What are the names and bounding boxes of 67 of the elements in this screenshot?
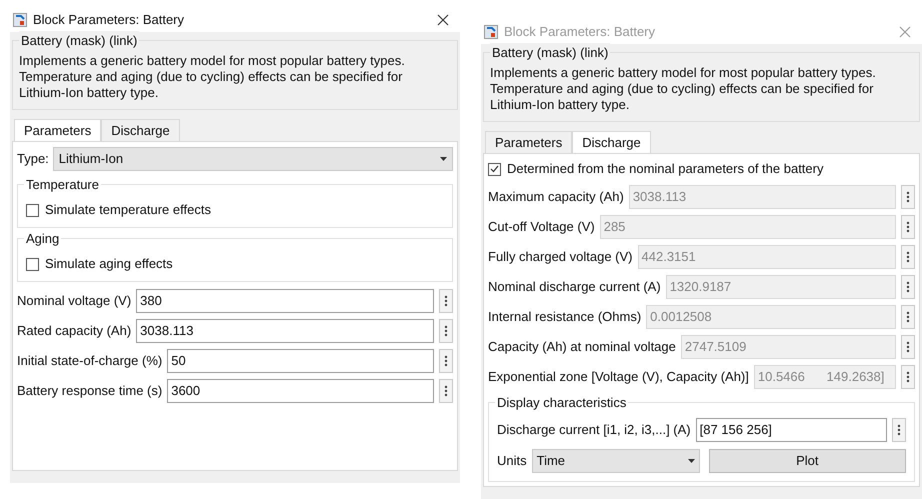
window-title: Block Parameters: Battery — [504, 23, 656, 42]
checkbox-label: Simulate temperature effects — [45, 201, 211, 220]
description-text: Implements a generic battery model for most popular battery types. Temperature and aging (due to cycling) effects can be specified for Lithium-Ion battery type. — [490, 65, 877, 113]
field-label: Maximum capacity (Ah) — [488, 188, 624, 206]
input-field[interactable]: 50 — [167, 349, 434, 373]
more-options-button[interactable] — [901, 245, 915, 269]
more-options-button[interactable] — [439, 349, 453, 373]
field-label: Initial state-of-charge (%) — [17, 352, 162, 370]
checkbox[interactable] — [26, 204, 39, 216]
window-title: Block Parameters: Battery — [33, 11, 185, 30]
checkbox-label: Simulate aging effects — [45, 255, 173, 274]
checkbox[interactable] — [26, 258, 39, 270]
more-options-icon — [897, 424, 901, 436]
more-options-icon — [906, 341, 910, 353]
field-label: Capacity (Ah) at nominal voltage — [488, 338, 676, 356]
group-title: Battery (mask) (link) — [490, 43, 610, 62]
more-options-button[interactable] — [901, 185, 915, 209]
more-options-button[interactable] — [439, 379, 453, 403]
more-options-button[interactable] — [892, 418, 906, 442]
more-options-icon — [906, 281, 910, 293]
more-options-icon — [906, 221, 910, 233]
more-options-icon — [906, 311, 910, 323]
more-options-button[interactable] — [901, 365, 915, 389]
checkbox-label: Determined from the nominal parameters of the battery — [507, 160, 824, 178]
tab[interactable]: Parameters — [14, 119, 102, 142]
tab[interactable]: Parameters — [485, 131, 572, 154]
app-icon — [13, 13, 27, 27]
plot-button[interactable]: Plot — [708, 449, 906, 473]
field-label: Units — [497, 452, 527, 470]
more-options-button[interactable] — [901, 335, 915, 359]
more-options-button[interactable] — [901, 305, 915, 329]
field-label: Rated capacity (Ah) — [17, 322, 132, 340]
field-label: Internal resistance (Ohms) — [488, 308, 642, 326]
field-label: Fully charged voltage (V) — [488, 248, 633, 266]
field-label: Nominal discharge current (A) — [488, 278, 661, 296]
input-field[interactable]: [87 156 256] — [696, 418, 887, 442]
more-options-icon — [444, 385, 448, 397]
more-options-button[interactable] — [439, 289, 453, 313]
field-label: Battery response time (s) — [17, 382, 162, 400]
input-field[interactable]: 3038.113 — [136, 319, 434, 343]
field-label: Discharge current [i1, i2, i3,...] (A) — [497, 421, 691, 440]
units-dropdown[interactable]: Time — [532, 449, 700, 473]
more-options-icon — [444, 355, 448, 367]
more-options-icon — [906, 191, 910, 203]
type-dropdown[interactable]: Lithium-Ion — [52, 147, 453, 171]
group-title: Battery (mask) (link) — [19, 31, 140, 50]
field-label: Cut-off Voltage (V) — [488, 218, 595, 236]
more-options-icon — [906, 371, 910, 383]
field-label: Nominal voltage (V) — [17, 292, 132, 310]
caret-icon — [688, 459, 695, 463]
more-options-button[interactable] — [901, 215, 915, 239]
more-options-icon — [906, 251, 910, 263]
more-options-button[interactable] — [439, 319, 453, 343]
checkbox[interactable] — [488, 162, 501, 176]
field-label: Type: — [17, 150, 49, 168]
field-label: Exponential zone [Voltage (V), Capacity (Ah)] — [488, 368, 749, 386]
input-field[interactable]: 3600 — [167, 379, 434, 403]
tab[interactable]: Discharge — [101, 119, 180, 142]
description-text: Implements a generic battery model for most popular battery types. Temperature and aging (due to cycling) effects can be specified for Lithium-Ion battery type. — [19, 53, 406, 101]
close-icon[interactable] — [437, 14, 449, 26]
more-options-icon — [444, 325, 448, 337]
app-icon — [484, 25, 498, 39]
input-field[interactable]: 380 — [136, 289, 434, 313]
caret-icon — [440, 157, 447, 161]
more-options-icon — [444, 295, 448, 307]
more-options-button[interactable] — [901, 275, 915, 299]
tab[interactable]: Discharge — [572, 131, 651, 154]
